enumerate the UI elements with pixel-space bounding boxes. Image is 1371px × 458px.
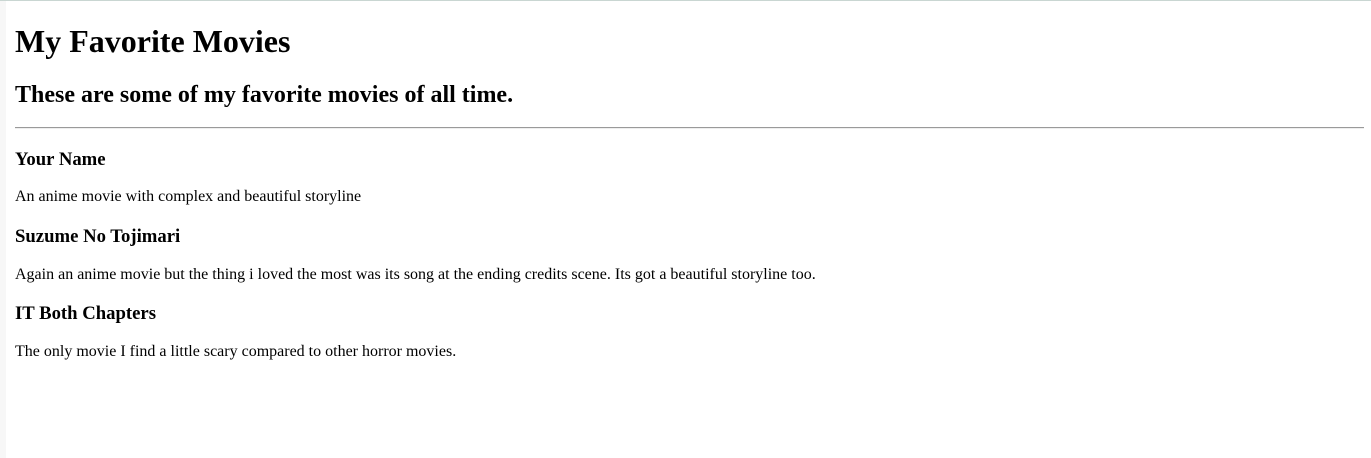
movie-title-your-name: Your Name (15, 149, 106, 170)
window-top-border (0, 0, 1371, 1)
movie-description-your-name: An anime movie with complex and beautifu… (15, 188, 362, 205)
movie-title-suzume-no-tojimari: Suzume No Tojimari (15, 226, 181, 247)
movie-description-it-both-chapters: The only movie I find a little scary com… (15, 343, 457, 360)
left-edge-strip (0, 1, 6, 458)
page-subtitle: These are some of my favorite movies of … (15, 82, 514, 108)
horizontal-divider (15, 127, 1364, 129)
movie-title-it-both-chapters: IT Both Chapters (15, 303, 156, 324)
page-title: My Favorite Movies (15, 23, 291, 59)
movie-description-suzume-no-tojimari: Again an anime movie but the thing i lov… (15, 266, 816, 283)
